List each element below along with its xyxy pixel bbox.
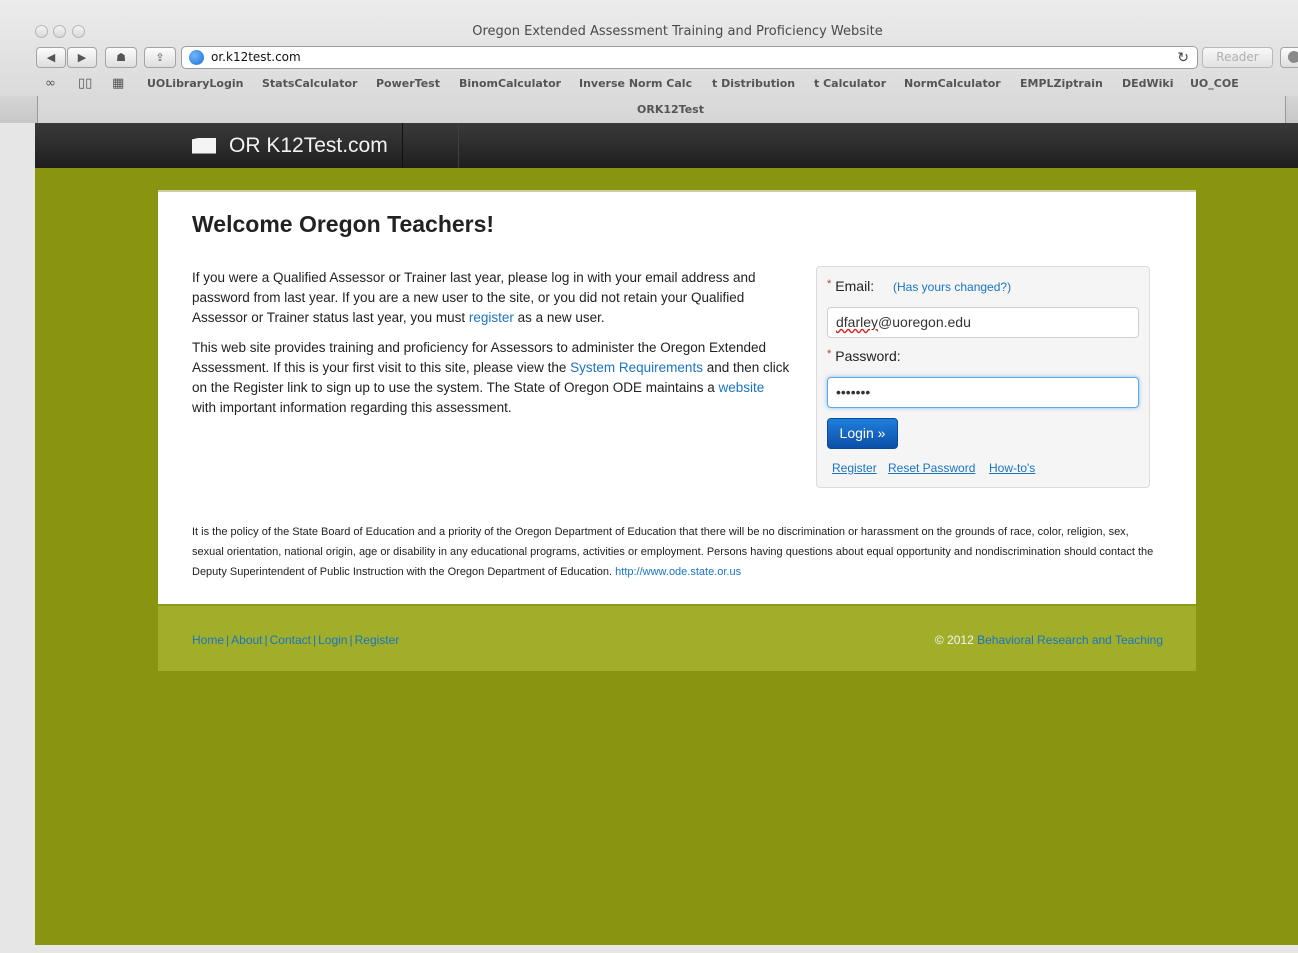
window-title: Oregon Extended Assessment Training and …: [472, 24, 883, 39]
browser-window: Oregon Extended Assessment Training and …: [0, 0, 1298, 953]
about-paragraph: This web site provides training and prof…: [192, 338, 792, 418]
about-text-3: with important information regarding thi…: [192, 400, 512, 415]
email-label: * Email:: [827, 278, 874, 294]
reading-list-icon[interactable]: ∞: [45, 76, 56, 91]
required-mark: *: [827, 348, 832, 360]
footer-login-link[interactable]: Login: [318, 633, 347, 647]
back-button[interactable]: ◀: [36, 47, 66, 68]
reload-icon[interactable]: ↻: [1177, 49, 1189, 66]
bookmarks-bar: ∞ ▯▯ ▦ UOLibraryLogin StatsCalculator Po…: [0, 76, 1298, 94]
brt-link[interactable]: Behavioral Research and Teaching: [977, 633, 1163, 647]
site-brand[interactable]: OR K12Test.com: [192, 123, 403, 168]
footer-separator: |: [312, 633, 317, 647]
password-field[interactable]: •••••••: [827, 377, 1139, 408]
window-left-gutter: [0, 123, 35, 953]
back-arrow-icon: ◀: [46, 52, 56, 64]
email-label-text: Email:: [835, 278, 875, 294]
footer-separator: |: [349, 633, 353, 647]
footer-nav: Home | About | Contact | Login | Register: [192, 633, 399, 647]
footer-separator: |: [264, 633, 268, 647]
web-page: OR K12Test.com Welcome Oregon Teachers! …: [35, 123, 1298, 945]
ode-url-link[interactable]: http://www.ode.state.or.us: [615, 566, 741, 578]
bookmark-item[interactable]: t Calculator: [814, 77, 886, 90]
address-bar[interactable]: or.k12test.com ↻: [181, 46, 1198, 69]
register-link[interactable]: register: [469, 310, 514, 325]
ode-website-link[interactable]: website: [719, 380, 765, 395]
bookmark-item[interactable]: NormCalculator: [904, 77, 1001, 90]
top-sites-grid-icon[interactable]: ▦: [112, 76, 124, 91]
footer-contact-link[interactable]: Contact: [270, 633, 311, 647]
email-field[interactable]: dfarley@uoregon.edu: [827, 307, 1139, 338]
bookmark-item[interactable]: t Distribution: [712, 77, 795, 90]
copyright-text: © 2012: [934, 633, 978, 647]
site-brand-name: OR K12Test.com: [229, 133, 388, 157]
footer-copyright: © 2012 Behavioral Research and Teaching: [935, 633, 1163, 647]
required-mark: *: [827, 278, 832, 290]
downloads-button[interactable]: [1280, 47, 1298, 68]
bookmark-item[interactable]: PowerTest: [376, 77, 440, 90]
navbar-divider: [458, 123, 459, 168]
bookmark-item[interactable]: UOLibraryLogin: [147, 77, 243, 90]
password-label: * Password:: [827, 348, 901, 364]
login-form: * Email: (Has yours changed?) dfarley@uor…: [816, 266, 1150, 488]
bookmark-item[interactable]: EMPLZiptrain: [1020, 77, 1103, 90]
forward-arrow-icon: ▶: [77, 52, 87, 64]
privacy-button[interactable]: ☗: [105, 47, 137, 68]
login-button[interactable]: Login »: [827, 418, 898, 449]
browser-chrome: Oregon Extended Assessment Training and …: [0, 0, 1298, 124]
system-requirements-link[interactable]: System Requirements: [570, 360, 703, 375]
forward-button[interactable]: ▶: [67, 47, 97, 68]
password-label-text: Password:: [835, 348, 901, 364]
ghost-icon: ☗: [116, 52, 126, 64]
site-footer: Home | About | Contact | Login | Register © 2012…: [158, 604, 1196, 671]
register-login-link[interactable]: Register: [832, 461, 877, 475]
email-value-misspelled: dfarley: [836, 314, 879, 330]
footer-register-link[interactable]: Register: [355, 633, 400, 647]
globe-icon: [189, 50, 204, 65]
url-text: or.k12test.com: [211, 50, 301, 64]
bookmark-item[interactable]: UO_COE: [1190, 77, 1239, 90]
how-tos-link[interactable]: How-to's: [989, 461, 1035, 475]
email-value-rest: @uoregon.edu: [878, 314, 971, 330]
bookmark-item[interactable]: BinomCalculator: [459, 77, 561, 90]
reader-button[interactable]: Reader: [1202, 47, 1273, 68]
intro-paragraph: If you were a Qualified Assessor or Trai…: [192, 268, 792, 328]
downloads-icon: [1288, 51, 1298, 63]
tab-active[interactable]: ORK12Test: [0, 103, 1298, 116]
bookmarks-book-icon[interactable]: ▯▯: [78, 76, 92, 91]
intro-text-end: as a new user.: [513, 310, 605, 325]
share-button[interactable]: ⇪: [144, 47, 176, 68]
oregon-logo-icon: [192, 137, 216, 154]
tab-bar-right-edge: [1285, 96, 1298, 123]
bookmark-item[interactable]: Inverse Norm Calc: [579, 77, 692, 90]
footer-separator: |: [226, 633, 230, 647]
bookmark-item[interactable]: StatsCalculator: [262, 77, 357, 90]
share-icon: ⇪: [155, 52, 165, 64]
page-title: Welcome Oregon Teachers!: [192, 211, 495, 237]
bookmark-item[interactable]: DEdWiki: [1122, 77, 1174, 90]
content-card: Welcome Oregon Teachers! If you were a Q…: [158, 190, 1196, 606]
tab-bar: ORK12Test: [0, 96, 1298, 123]
footer-about-link[interactable]: About: [231, 633, 262, 647]
reset-password-link[interactable]: Reset Password: [888, 461, 975, 475]
site-navbar: OR K12Test.com: [35, 123, 1298, 168]
password-value: •••••••: [836, 384, 871, 400]
email-changed-link[interactable]: (Has yours changed?): [893, 280, 1011, 294]
footer-home-link[interactable]: Home: [192, 633, 224, 647]
nondiscrimination-policy: It is the policy of the State Board of E…: [192, 522, 1162, 582]
